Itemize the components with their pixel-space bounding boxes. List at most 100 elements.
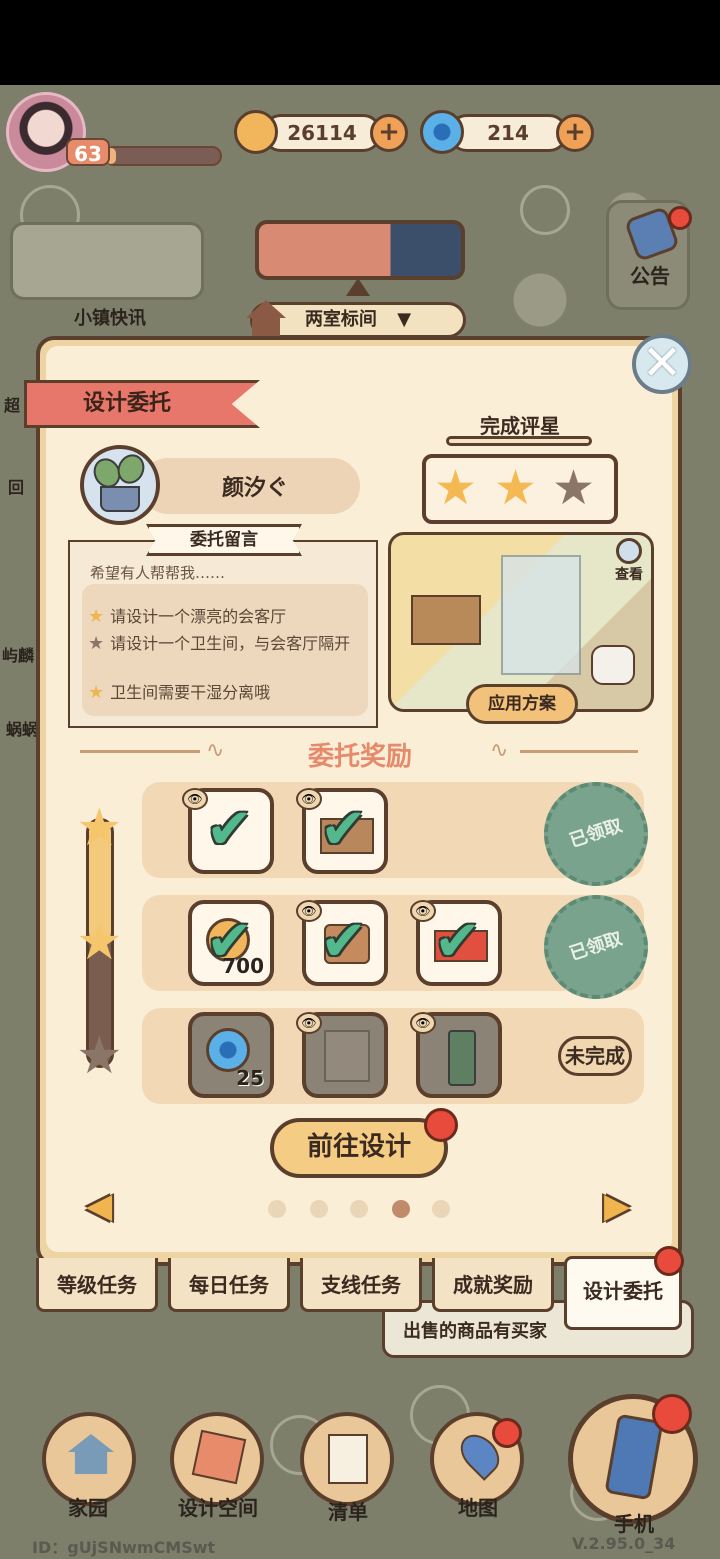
message-tag: 委托留言 (146, 524, 302, 556)
notice-label: 公告 (630, 264, 670, 288)
apply-plan-button[interactable]: 应用方案 (466, 684, 578, 724)
preview-furniture (411, 595, 481, 645)
reward-item-gems[interactable]: 25 (188, 1012, 274, 1098)
tab-notification-dot (654, 1246, 684, 1276)
requirement-item: ★ 卫生间需要干湿分离哦 (88, 683, 368, 703)
coin-reward-count: 700 (222, 954, 264, 978)
weather-pointer-icon (346, 278, 370, 296)
close-button[interactable]: ✕ (632, 334, 692, 394)
requirement-item: ★ 请设计一个卫生间，与会客厅隔开 (88, 634, 368, 654)
star-filled-icon: ★ (88, 682, 105, 703)
list-button[interactable] (300, 1412, 394, 1506)
page-dot[interactable] (310, 1200, 328, 1218)
notice-notification-dot (668, 206, 692, 230)
rating-star-filled-icon: ★ (434, 460, 478, 516)
design-space-label: 设计空间 (178, 1496, 258, 1520)
requirement-text: 请设计一个漂亮的会客厅 (110, 607, 287, 626)
weather-panel (255, 220, 465, 280)
eye-icon[interactable]: 👁 (182, 788, 208, 810)
ruler-icon (191, 1429, 247, 1485)
map-label: 地图 (458, 1496, 498, 1520)
rating-star-filled-icon: ★ (494, 460, 538, 516)
rating-label: 完成评星 (480, 414, 560, 438)
plant-pot-icon (100, 486, 140, 512)
reward-title: 委托奖励 (307, 742, 412, 772)
tab-level-tasks[interactable]: 等级任务 (36, 1258, 158, 1312)
requirement-item: ★ 请设计一个漂亮的会客厅 (88, 607, 368, 627)
view-label: 查看 (615, 567, 643, 583)
eye-icon[interactable]: 👁 (410, 1012, 436, 1034)
fridge-icon (448, 1030, 476, 1086)
rating-hanger (446, 436, 592, 446)
page-dot[interactable] (432, 1200, 450, 1218)
eye-icon[interactable]: 👁 (410, 900, 436, 922)
news-card[interactable] (10, 222, 204, 300)
next-page-arrow-icon[interactable]: ▶ (604, 1186, 630, 1226)
eye-icon[interactable]: 👁 (296, 788, 322, 810)
goto-notification-dot (424, 1108, 458, 1142)
chevron-down-icon: ▼ (397, 309, 412, 330)
room-selector[interactable]: 两室标间 ▼ (250, 302, 466, 338)
star-empty-icon: ★ (88, 633, 105, 654)
phone-label: 手机 (614, 1512, 654, 1536)
view-button[interactable]: 查看 (608, 538, 650, 586)
magnifier-icon (616, 538, 642, 564)
coin-icon (234, 110, 278, 154)
eye-icon[interactable]: 👁 (296, 900, 322, 922)
check-icon: ✔ (320, 797, 367, 862)
check-icon: ✔ (320, 909, 367, 974)
tier-star-filled-icon: ★ (76, 798, 123, 858)
map-notification-dot (492, 1418, 522, 1448)
side-label-4: 蜗蜗 (6, 720, 39, 739)
phone-notification-dot (652, 1394, 692, 1434)
home-label: 家园 (68, 1496, 108, 1520)
room-selector-label: 两室标间 (304, 309, 377, 330)
preview-glass-wall (501, 555, 581, 675)
star-filled-icon: ★ (88, 606, 105, 627)
player-id: ID：gUjSNwmCMSwt (32, 1538, 216, 1557)
side-label-3: 屿麟 (2, 646, 35, 665)
check-icon: ✔ (434, 909, 481, 974)
client-avatar (80, 445, 160, 525)
phone-icon (604, 1413, 664, 1501)
list-icon (328, 1434, 368, 1484)
add-coins-button[interactable]: + (370, 114, 408, 152)
preview-bathtub (591, 645, 635, 685)
gem-counter: 214 (448, 114, 568, 152)
goto-design-button[interactable]: 前往设计 (270, 1118, 448, 1178)
level-badge: 63 (66, 138, 110, 166)
check-icon: ✔ (206, 797, 253, 862)
rating-star-empty-icon: ★ (552, 460, 596, 516)
tab-side-tasks[interactable]: 支线任务 (300, 1258, 422, 1312)
requirement-text: 卫生间需要干湿分离哦 (110, 683, 271, 702)
side-label-1: 超 (4, 396, 21, 415)
prev-page-arrow-icon[interactable]: ◀ (86, 1186, 112, 1226)
ornament-swirl-icon: ∿ (490, 738, 509, 763)
page-dot[interactable] (350, 1200, 368, 1218)
ornament-line-right (520, 750, 638, 753)
incomplete-badge: 未完成 (558, 1036, 632, 1076)
xp-bar (104, 146, 222, 166)
reward-item-coins[interactable]: ✔ 700 (188, 900, 274, 986)
gem-reward-count: 25 (236, 1066, 264, 1090)
page-dot-active[interactable] (392, 1200, 410, 1218)
tab-achievement-rewards[interactable]: 成就奖励 (432, 1258, 554, 1312)
version-label: V.2.95.0_34 (572, 1534, 676, 1553)
news-label: 小镇快讯 (74, 308, 146, 329)
client-name: 颜汐ぐ (221, 476, 288, 501)
dialog-title: 设计委托 (24, 380, 260, 428)
gem-icon (420, 110, 464, 154)
message-intro: 希望有人帮帮我…… (90, 564, 226, 582)
requirement-text: 请设计一个卫生间，与会客厅隔开 (110, 634, 351, 653)
eye-icon[interactable]: 👁 (296, 1012, 322, 1034)
tier-star-empty-icon: ★ (76, 1026, 123, 1086)
side-label-2: 回 (8, 478, 25, 497)
page-dot[interactable] (268, 1200, 286, 1218)
tab-daily-tasks[interactable]: 每日任务 (168, 1258, 290, 1312)
house-icon (68, 1434, 114, 1474)
coin-counter: 26114 (262, 114, 382, 152)
tier-star-filled-icon: ★ (76, 912, 123, 972)
add-gems-button[interactable]: + (556, 114, 594, 152)
list-label: 清单 (328, 1500, 368, 1524)
cabinet-icon (324, 1030, 370, 1082)
